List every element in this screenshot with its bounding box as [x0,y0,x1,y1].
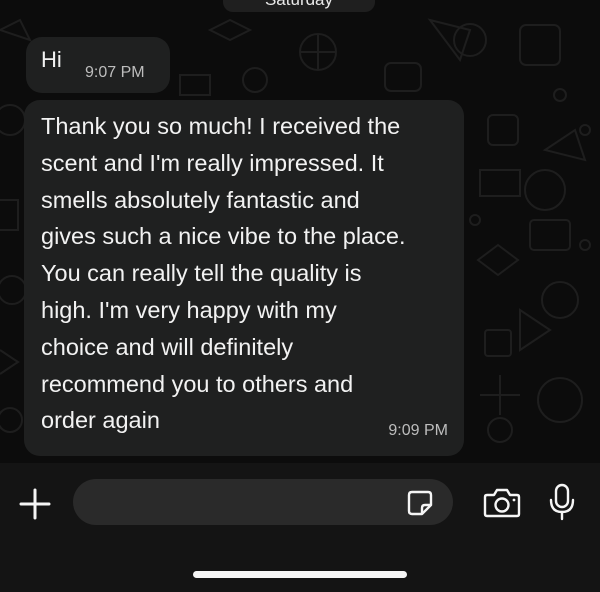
message-text: Thank you so much! I received the scent … [41,113,406,434]
message-composer [0,463,600,592]
home-indicator[interactable] [193,571,407,578]
camera-icon[interactable] [483,486,521,518]
message-timestamp: 9:09 PM [388,422,448,439]
message-input[interactable] [73,479,453,525]
date-separator-label: Saturday [265,0,333,9]
plus-icon[interactable] [18,487,52,521]
message-timestamp: 9:07 PM [85,64,145,81]
date-separator: Saturday [223,0,375,12]
message-bubble[interactable]: Hi 9:07 PM [26,37,170,93]
sticker-icon[interactable] [406,489,434,517]
message-bubble[interactable]: Thank you so much! I received the scent … [24,100,464,456]
microphone-icon[interactable] [549,483,575,521]
message-text: Hi [41,47,62,72]
chat-area: Saturday Hi 9:07 PM Thank you so much! I… [0,0,600,463]
